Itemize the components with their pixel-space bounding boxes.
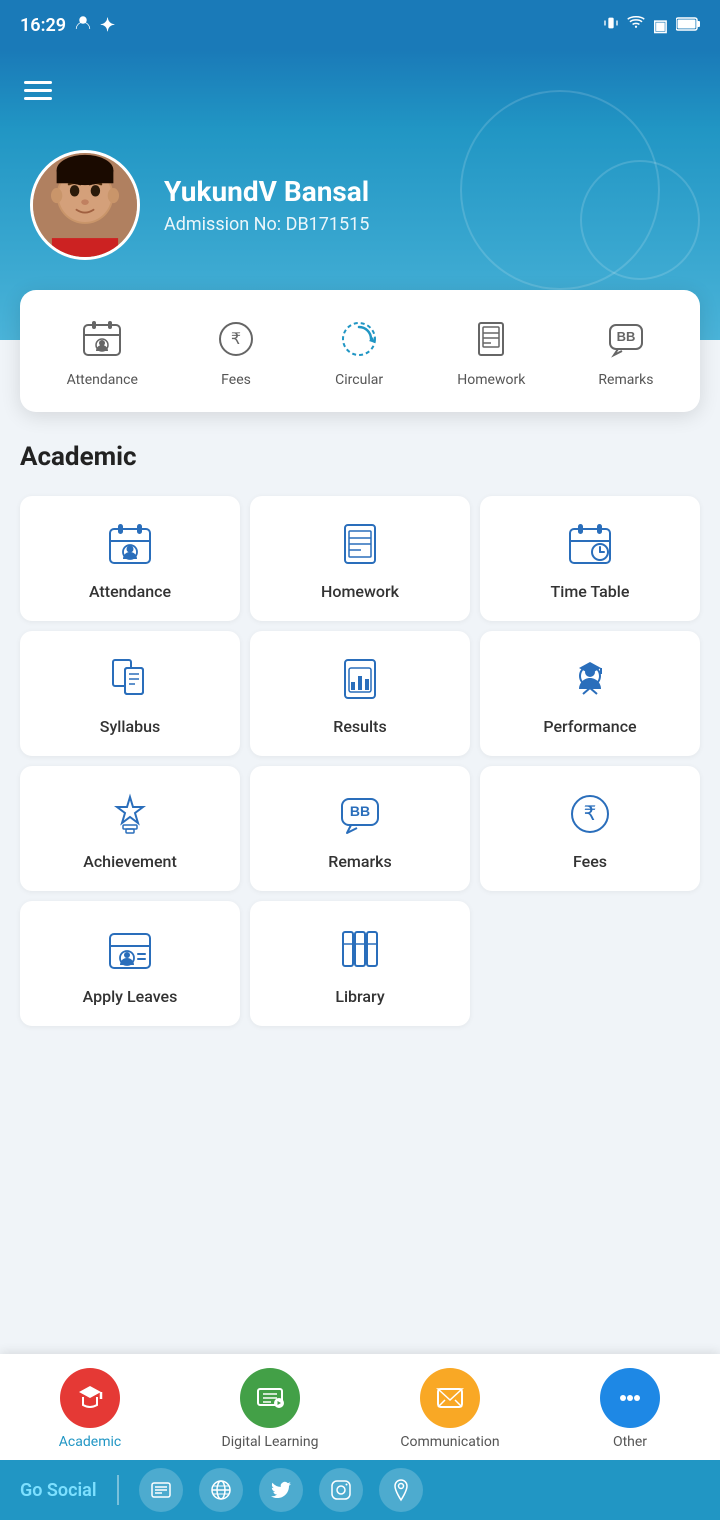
wifi-icon (627, 14, 645, 36)
grid-item-fees[interactable]: ₹ Fees (480, 766, 700, 891)
svg-text:₹: ₹ (231, 331, 241, 348)
grid-empty (480, 901, 700, 1026)
social-icons (139, 1468, 423, 1512)
tab-digital-learning[interactable]: Digital Learning (180, 1368, 360, 1450)
quick-action-homework[interactable]: Homework (457, 314, 525, 388)
grid-remarks-label: Remarks (328, 852, 391, 871)
homework-icon (466, 314, 516, 364)
grid-item-results[interactable]: Results (250, 631, 470, 756)
tab-academic-label: Academic (59, 1434, 121, 1450)
go-social-bar: Go Social (0, 1460, 720, 1520)
hamburger-menu[interactable] (24, 81, 52, 100)
social-maps-icon[interactable] (379, 1468, 423, 1512)
quick-action-fees[interactable]: ₹ Fees (211, 314, 261, 388)
profile-info: YukundV Bansal Admission No: DB171515 (164, 175, 369, 235)
grid-attendance-icon (102, 516, 158, 572)
grid-item-homework[interactable]: Homework (250, 496, 470, 621)
profile-name: YukundV Bansal (164, 175, 369, 208)
grid-applyleaves-icon (102, 921, 158, 977)
grid-homework-icon (332, 516, 388, 572)
svg-text:₹: ₹ (584, 803, 597, 825)
grid-achievement-label: Achievement (83, 852, 177, 871)
grid-item-library[interactable]: Library (250, 901, 470, 1026)
grid-homework-label: Homework (321, 582, 399, 601)
grid-timetable-label: Time Table (551, 582, 630, 601)
academic-title: Academic (20, 442, 700, 472)
tab-other-label: Other (613, 1434, 647, 1450)
grid-item-achievement[interactable]: Achievement (20, 766, 240, 891)
tab-digital-learning-icon (240, 1368, 300, 1428)
bluetooth-icon: ✦ (100, 15, 115, 36)
grid-item-attendance[interactable]: Attendance (20, 496, 240, 621)
grid-applyleaves-label: Apply Leaves (83, 987, 178, 1006)
grid-item-applyleaves[interactable]: Apply Leaves (20, 901, 240, 1026)
tab-academic-icon (60, 1368, 120, 1428)
qa-remarks-label: Remarks (598, 372, 653, 388)
profile-admission: Admission No: DB171515 (164, 214, 369, 235)
screen-icon: ▣ (653, 16, 668, 35)
grid-achievement-icon (102, 786, 158, 842)
grid-performance-label: Performance (543, 717, 636, 736)
grid-results-icon (332, 651, 388, 707)
tab-academic[interactable]: Academic (0, 1368, 180, 1450)
bottom-tab-bar: Academic Digital Learning Communication (0, 1354, 720, 1460)
social-blog-icon[interactable] (139, 1468, 183, 1512)
social-twitter-icon[interactable] (259, 1468, 303, 1512)
svg-text:BB: BB (617, 329, 636, 344)
grid-performance-icon (562, 651, 618, 707)
remarks-icon: BB (601, 314, 651, 364)
tab-communication-label: Communication (400, 1434, 499, 1450)
time-display: 16:29 (20, 15, 66, 36)
grid-library-icon (332, 921, 388, 977)
quick-action-attendance[interactable]: Attendance (67, 314, 138, 388)
quick-action-remarks[interactable]: BB Remarks (598, 314, 653, 388)
notification-icon (74, 14, 92, 37)
tab-other[interactable]: Other (540, 1368, 720, 1450)
grid-remarks-icon: BB (332, 786, 388, 842)
grid-item-remarks[interactable]: BB Remarks (250, 766, 470, 891)
go-social-label: Go Social (20, 1480, 97, 1501)
circular-icon (334, 314, 384, 364)
qa-attendance-label: Attendance (67, 372, 138, 388)
svg-text:BB: BB (350, 803, 370, 819)
fees-icon: ₹ (211, 314, 261, 364)
grid-syllabus-icon (102, 651, 158, 707)
grid-attendance-label: Attendance (89, 582, 171, 601)
social-instagram-icon[interactable] (319, 1468, 363, 1512)
battery-icon (676, 16, 700, 35)
social-web-icon[interactable] (199, 1468, 243, 1512)
qa-homework-label: Homework (457, 372, 525, 388)
status-bar: 16:29 ✦ ▣ (0, 0, 720, 50)
grid-syllabus-label: Syllabus (100, 717, 160, 736)
grid-library-label: Library (335, 987, 384, 1006)
grid-item-timetable[interactable]: Time Table (480, 496, 700, 621)
go-social-divider (117, 1475, 119, 1505)
grid-results-label: Results (333, 717, 386, 736)
attendance-icon (77, 314, 127, 364)
quick-actions-card: Attendance ₹ Fees Circular (20, 290, 700, 412)
grid-fees-label: Fees (573, 852, 607, 871)
academic-section: Academic Attendance (0, 412, 720, 1056)
qa-circular-label: Circular (335, 372, 383, 388)
grid-item-performance[interactable]: Performance (480, 631, 700, 756)
tab-communication-icon (420, 1368, 480, 1428)
grid-item-syllabus[interactable]: Syllabus (20, 631, 240, 756)
grid-timetable-icon (562, 516, 618, 572)
tab-communication[interactable]: Communication (360, 1368, 540, 1450)
academic-grid: Attendance Homework (20, 496, 700, 1026)
grid-fees-icon: ₹ (562, 786, 618, 842)
tab-other-icon (600, 1368, 660, 1428)
vibrate-icon (603, 15, 619, 35)
tab-digital-learning-label: Digital Learning (222, 1434, 319, 1450)
qa-fees-label: Fees (221, 372, 251, 388)
quick-action-circular[interactable]: Circular (334, 314, 384, 388)
avatar (30, 150, 140, 260)
